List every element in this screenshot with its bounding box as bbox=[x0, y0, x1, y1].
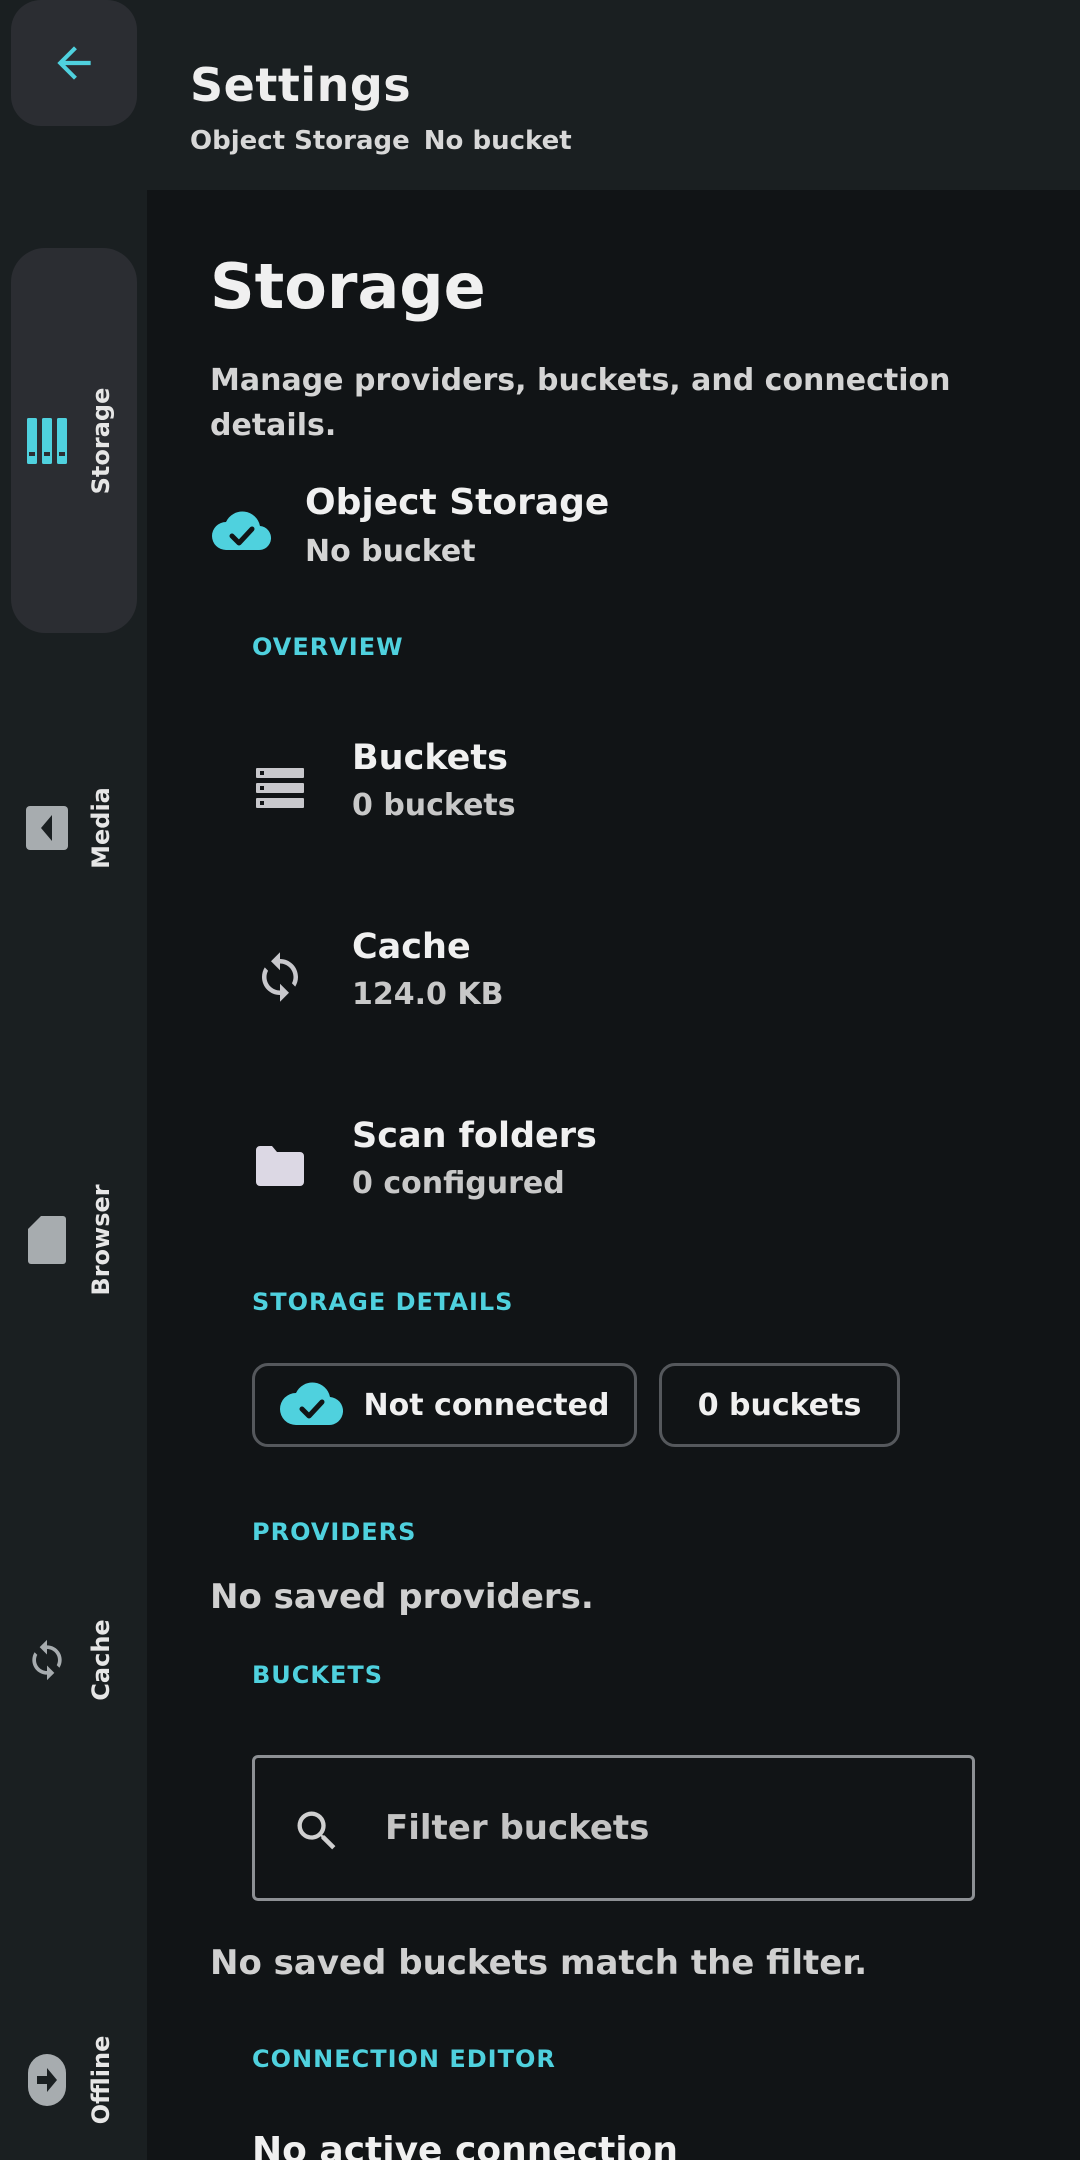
overview-item-scan-folders[interactable]: Scan folders 0 configured bbox=[252, 1108, 1032, 1238]
page-title: Storage bbox=[210, 250, 486, 323]
back-button[interactable] bbox=[11, 0, 137, 126]
rail-label-cache: Cache bbox=[87, 1619, 115, 1701]
section-label-connection-editor: CONNECTION EDITOR bbox=[252, 2045, 556, 2073]
summary-title: Object Storage bbox=[305, 482, 610, 523]
storage-bars-icon bbox=[25, 417, 69, 464]
bucket-count-chip[interactable]: 0 buckets bbox=[659, 1363, 900, 1447]
sd-card-icon bbox=[25, 1216, 69, 1264]
overview-sub-cache: 124.0 KB bbox=[352, 977, 504, 1012]
sync-icon bbox=[25, 1638, 69, 1682]
buckets-empty-message: No saved buckets match the filter. bbox=[210, 1943, 868, 1983]
page-header-title: Settings bbox=[190, 58, 412, 112]
rail-label-storage: Storage bbox=[87, 387, 115, 494]
offline-icon bbox=[25, 2054, 69, 2106]
summary-subtitle: No bucket bbox=[305, 534, 476, 569]
header-provider: Object Storage bbox=[190, 126, 410, 156]
section-label-buckets: BUCKETS bbox=[252, 1661, 384, 1689]
overview-title-scan-folders: Scan folders bbox=[352, 1116, 597, 1156]
top-app-bar: Settings Object Storage No bucket bbox=[0, 0, 1080, 190]
list-icon bbox=[252, 760, 308, 816]
arrow-back-icon bbox=[57, 46, 91, 80]
rail-item-media[interactable]: Media bbox=[11, 758, 137, 898]
media-icon bbox=[25, 806, 69, 850]
section-label-storage-details: STORAGE DETAILS bbox=[252, 1288, 514, 1316]
connection-status-chip[interactable]: Not connected bbox=[252, 1363, 637, 1447]
bucket-count-label: 0 buckets bbox=[697, 1387, 862, 1423]
navigation-rail: Storage Media Browser Cache Offline bbox=[0, 190, 147, 2160]
rail-item-cache[interactable]: Cache bbox=[11, 1580, 137, 1740]
rail-item-offline[interactable]: Offline bbox=[11, 2000, 137, 2160]
section-label-providers: PROVIDERS bbox=[252, 1518, 417, 1546]
overview-item-buckets[interactable]: Buckets 0 buckets bbox=[252, 730, 1032, 860]
cloud-check-icon bbox=[279, 1382, 343, 1426]
sync-icon bbox=[252, 949, 308, 1005]
bucket-filter-input[interactable] bbox=[385, 1758, 945, 1898]
providers-empty-message: No saved providers. bbox=[210, 1577, 594, 1617]
rail-label-media: Media bbox=[87, 787, 115, 869]
overview-sub-scan-folders: 0 configured bbox=[352, 1166, 565, 1201]
main-content: Storage Manage providers, buckets, and c… bbox=[147, 190, 1080, 2160]
rail-label-offline: Offline bbox=[87, 2035, 115, 2125]
overview-title-cache: Cache bbox=[352, 927, 471, 967]
rail-label-browser: Browser bbox=[87, 1184, 115, 1296]
page-description: Manage providers, buckets, and connectio… bbox=[210, 363, 951, 443]
overview-sub-buckets: 0 buckets bbox=[352, 788, 516, 823]
folder-icon bbox=[252, 1138, 308, 1194]
section-label-overview: OVERVIEW bbox=[252, 633, 404, 661]
bucket-filter-field[interactable] bbox=[252, 1755, 975, 1901]
header-bucket: No bucket bbox=[423, 126, 572, 156]
rail-item-storage[interactable]: Storage bbox=[11, 248, 137, 633]
connection-heading: No active connection bbox=[252, 2130, 678, 2160]
cloud-check-icon bbox=[212, 511, 272, 551]
overview-title-buckets: Buckets bbox=[352, 738, 508, 778]
search-icon bbox=[297, 1811, 336, 1850]
connection-status-label: Not connected bbox=[363, 1387, 610, 1423]
rail-item-browser[interactable]: Browser bbox=[11, 1150, 137, 1330]
storage-summary: Object Storage No bucket bbox=[210, 482, 1010, 582]
app-root: Settings Object Storage No bucket Storag… bbox=[0, 0, 1080, 2160]
header-subtitle: Object Storage No bucket bbox=[190, 126, 572, 156]
overview-item-cache[interactable]: Cache 124.0 KB bbox=[252, 919, 1032, 1049]
